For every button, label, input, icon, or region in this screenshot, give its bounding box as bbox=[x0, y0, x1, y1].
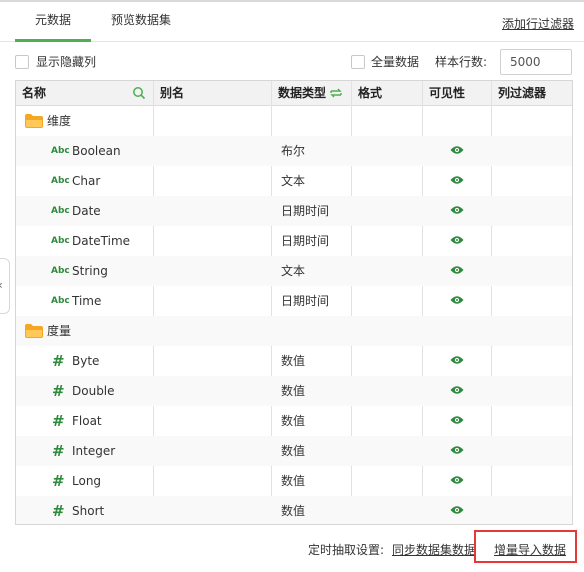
field-data-type[interactable]: 布尔 bbox=[281, 136, 305, 166]
folder-label: 维度 bbox=[47, 114, 72, 128]
field-data-type[interactable]: 数值 bbox=[281, 466, 305, 496]
field-data-type[interactable]: 数值 bbox=[281, 436, 305, 466]
table-row[interactable]: # Double 数值 bbox=[16, 376, 572, 406]
field-name: Byte bbox=[72, 354, 100, 368]
field-name: Long bbox=[72, 474, 102, 488]
show-hidden-label: 显示隐藏列 bbox=[36, 55, 97, 69]
field-data-type[interactable]: 数值 bbox=[281, 406, 305, 436]
field-name: Float bbox=[72, 414, 102, 428]
table-row[interactable]: # Integer 数值 bbox=[16, 436, 572, 466]
field-data-type[interactable]: 文本 bbox=[281, 256, 305, 286]
eye-icon[interactable] bbox=[450, 475, 464, 485]
text-type-icon: Abc bbox=[51, 206, 70, 216]
eye-icon[interactable] bbox=[450, 205, 464, 215]
header-visibility: 可见性 bbox=[429, 86, 466, 100]
header-column-filter: 列过滤器 bbox=[498, 86, 547, 100]
tab-bar: 元数据 预览数据集 添加行过滤器 bbox=[0, 2, 584, 42]
field-name: Time bbox=[72, 294, 102, 308]
table-row[interactable]: # Long 数值 bbox=[16, 466, 572, 496]
collapse-panel-handle[interactable]: ‹ bbox=[0, 258, 10, 314]
sync-dataset-link[interactable]: 同步数据集数据 bbox=[392, 541, 476, 558]
batch-import-link[interactable]: 增量导入数据 bbox=[494, 541, 566, 558]
folder-icon bbox=[25, 324, 43, 338]
header-alias: 别名 bbox=[160, 86, 185, 100]
field-name: Double bbox=[72, 384, 115, 398]
tab-preview-dataset[interactable]: 预览数据集 bbox=[100, 2, 182, 42]
tab-metadata[interactable]: 元数据 bbox=[15, 2, 91, 42]
field-data-type[interactable]: 数值 bbox=[281, 496, 305, 524]
table-row[interactable]: # Float 数值 bbox=[16, 406, 572, 436]
eye-icon[interactable] bbox=[450, 145, 464, 155]
add-row-filter-link[interactable]: 添加行过滤器 bbox=[502, 15, 574, 32]
table-row[interactable]: Abc Boolean 布尔 bbox=[16, 136, 572, 166]
eye-icon[interactable] bbox=[450, 295, 464, 305]
field-name: DateTime bbox=[72, 234, 131, 248]
eye-icon[interactable] bbox=[450, 415, 464, 425]
field-data-type[interactable]: 日期时间 bbox=[281, 226, 329, 256]
field-name: Short bbox=[72, 504, 105, 518]
table-header: 名称 别名 数据类型 格式 可见性 列过滤器 bbox=[16, 81, 572, 106]
schedule-extract-label: 定时抽取设置: bbox=[308, 543, 385, 557]
full-data-label: 全量数据 bbox=[371, 55, 420, 69]
show-hidden-checkbox[interactable] bbox=[15, 55, 29, 69]
table-row[interactable]: # Byte 数值 bbox=[16, 346, 572, 376]
sample-rows-input[interactable]: 5000 bbox=[500, 49, 572, 75]
table-row[interactable]: Abc String 文本 bbox=[16, 256, 572, 286]
field-name: Char bbox=[72, 174, 101, 188]
eye-icon[interactable] bbox=[450, 505, 464, 515]
table-row[interactable]: Abc Time 日期时间 bbox=[16, 286, 572, 316]
text-type-icon: Abc bbox=[51, 176, 70, 186]
folder-row[interactable]: 维度 bbox=[16, 106, 572, 136]
swap-icon[interactable] bbox=[329, 87, 343, 99]
table-row[interactable]: # Short 数值 bbox=[16, 496, 572, 524]
eye-icon[interactable] bbox=[450, 355, 464, 365]
number-type-icon: # bbox=[52, 502, 65, 520]
table-row[interactable]: Abc DateTime 日期时间 bbox=[16, 226, 572, 256]
field-data-type[interactable]: 文本 bbox=[281, 166, 305, 196]
eye-icon[interactable] bbox=[450, 385, 464, 395]
number-type-icon: # bbox=[52, 412, 65, 430]
number-type-icon: # bbox=[52, 442, 65, 460]
field-name: Date bbox=[72, 204, 101, 218]
eye-icon[interactable] bbox=[450, 265, 464, 275]
folder-label: 度量 bbox=[47, 324, 72, 338]
text-type-icon: Abc bbox=[51, 146, 70, 156]
active-tab-indicator bbox=[15, 39, 91, 42]
chevron-left-icon: ‹ bbox=[0, 278, 3, 292]
field-name: String bbox=[72, 264, 108, 278]
field-data-type[interactable]: 数值 bbox=[281, 376, 305, 406]
field-name: Boolean bbox=[72, 144, 121, 158]
folder-row[interactable]: 度量 bbox=[16, 316, 572, 346]
number-type-icon: # bbox=[52, 472, 65, 490]
folder-icon bbox=[25, 114, 43, 128]
field-data-type[interactable]: 数值 bbox=[281, 346, 305, 376]
sample-rows-label: 样本行数: bbox=[435, 55, 488, 69]
eye-icon[interactable] bbox=[450, 235, 464, 245]
number-type-icon: # bbox=[52, 382, 65, 400]
number-type-icon: # bbox=[52, 352, 65, 370]
field-data-type[interactable]: 日期时间 bbox=[281, 196, 329, 226]
text-type-icon: Abc bbox=[51, 236, 70, 246]
search-icon[interactable] bbox=[132, 86, 146, 100]
table-row[interactable]: Abc Date 日期时间 bbox=[16, 196, 572, 226]
eye-icon[interactable] bbox=[450, 445, 464, 455]
full-data-checkbox[interactable] bbox=[351, 55, 365, 69]
eye-icon[interactable] bbox=[450, 175, 464, 185]
table-row[interactable]: Abc Char 文本 bbox=[16, 166, 572, 196]
field-data-type[interactable]: 日期时间 bbox=[281, 286, 329, 316]
text-type-icon: Abc bbox=[51, 266, 70, 276]
text-type-icon: Abc bbox=[51, 296, 70, 306]
metadata-table: 名称 别名 数据类型 格式 可见性 列过滤器 维度 Abc Boolean 布尔 Abc… bbox=[15, 80, 573, 525]
header-format: 格式 bbox=[358, 86, 383, 100]
field-name: Integer bbox=[72, 444, 116, 458]
